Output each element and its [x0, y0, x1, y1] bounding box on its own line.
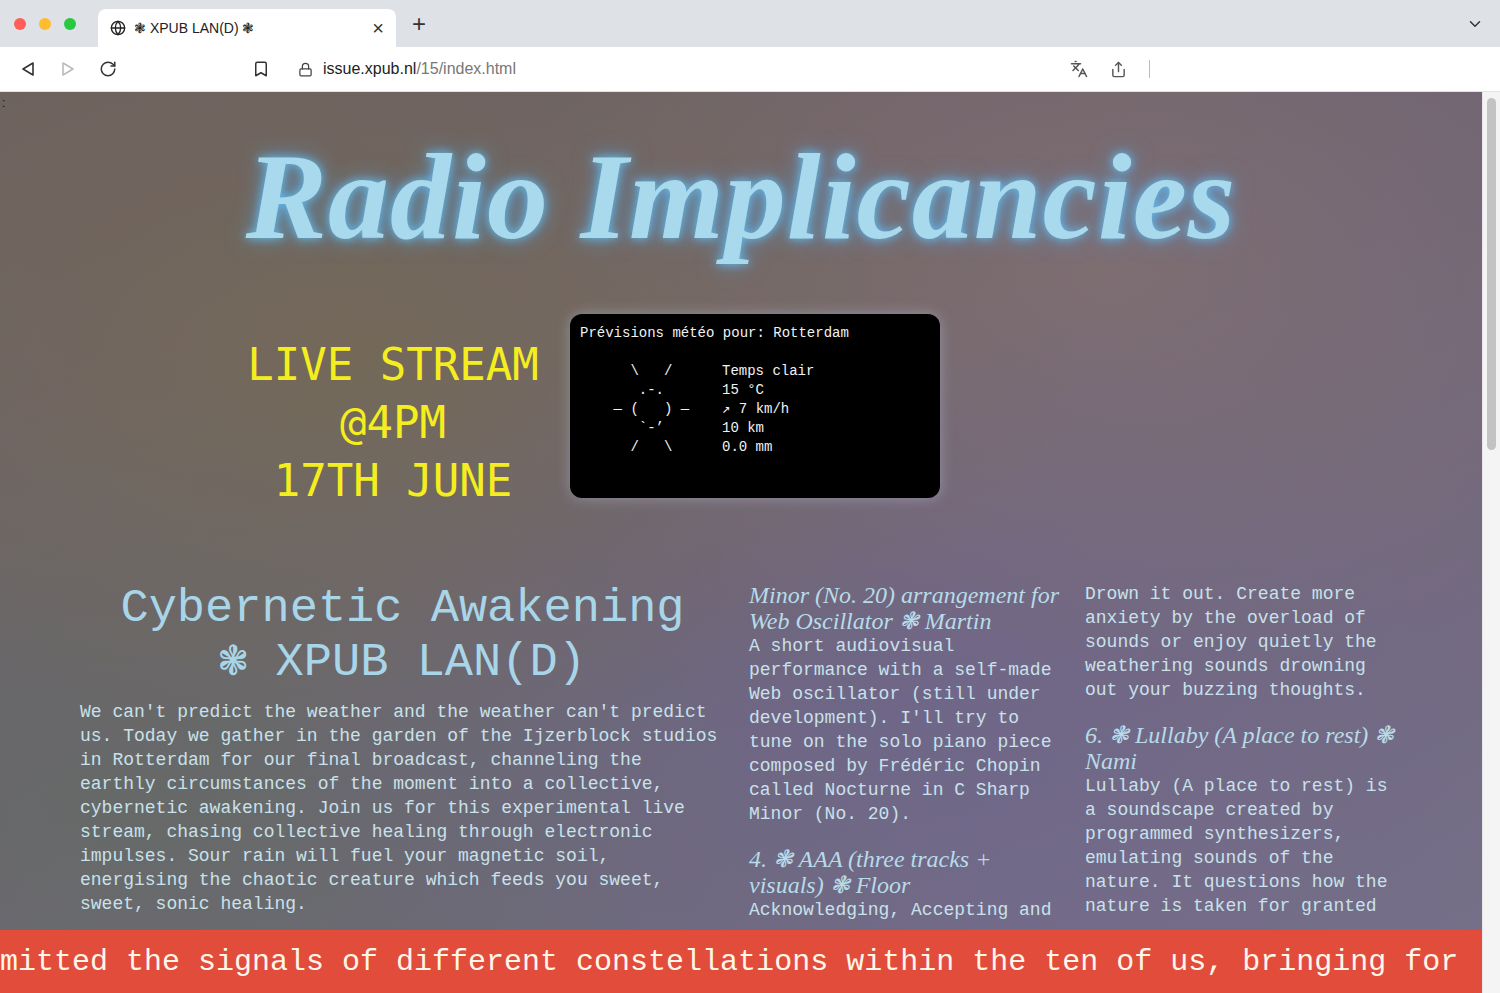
sun-ascii-art: \ / .-. ― ( ) ― `-’ / \ [580, 362, 722, 457]
globe-icon [110, 20, 126, 36]
page: :Radio Implicancies LIVE STREAM@4PM17TH J… [0, 92, 1482, 993]
program-text: Acknowledging, Accepting and [749, 898, 1061, 922]
scrollbar[interactable] [1482, 92, 1500, 993]
back-icon[interactable] [20, 61, 36, 77]
tab-title: ❃ XPUB LAN(D) ❃ [134, 20, 364, 36]
browser-tab[interactable]: ❃ XPUB LAN(D) ❃ × [98, 9, 396, 47]
bookmark-icon[interactable] [252, 60, 270, 78]
tab-bar: ❃ XPUB LAN(D) ❃ × + [0, 0, 1500, 47]
program-heading: Minor (No. 20) arrangement for Web Oscil… [749, 582, 1061, 634]
weather-header: Prévisions météo pour: Rotterdam [580, 324, 930, 343]
new-tab-button[interactable]: + [412, 12, 426, 36]
minimize-window-button[interactable] [39, 18, 51, 30]
corner-mark: : [2, 96, 5, 110]
tab-close-button[interactable]: × [372, 18, 384, 38]
program-text: Lullaby (A place to rest) is a soundscap… [1085, 774, 1403, 918]
address-field[interactable]: issue.xpub.nl/15/index.html [280, 52, 1162, 86]
weather-readings: Temps clair15 °C↗ 7 km/h10 km0.0 mm [722, 362, 814, 457]
site-title: Radio Implicancies [0, 92, 1482, 272]
back-button[interactable] [18, 61, 38, 77]
intro-text: We can't predict the weather and the wea… [80, 700, 725, 916]
toolbar: issue.xpub.nl/15/index.html [0, 47, 1500, 92]
program-text: Drown it out. Create more anxiety by the… [1085, 582, 1403, 702]
browser-window: ❃ XPUB LAN(D) ❃ × + issue.xpub.nl/15/index.… [0, 0, 1500, 993]
forward-icon[interactable] [60, 61, 76, 77]
chevron-down-icon [1466, 15, 1484, 33]
tab-list-button[interactable] [1466, 15, 1484, 33]
program-text: A short audiovisual performance with a s… [749, 634, 1061, 826]
intro-column: Cybernetic Awakening❃ XPUB LAN(D)We can'… [80, 582, 725, 922]
forward-button[interactable] [58, 61, 78, 77]
marquee-banner: mitted the signals of different constell… [0, 930, 1482, 993]
lock-icon [298, 62, 313, 77]
program-heading: 4. ❃ AAA (three tracks + visuals) ❃ Floo… [749, 846, 1061, 898]
viewport: :Radio Implicancies LIVE STREAM@4PM17TH J… [0, 92, 1500, 993]
reload-icon [99, 60, 117, 78]
zoom-window-button[interactable] [64, 18, 76, 30]
close-window-button[interactable] [14, 18, 26, 30]
weather-widget: Prévisions météo pour: Rotterdam \ / .-.… [570, 314, 940, 498]
url[interactable]: issue.xpub.nl/15/index.html [323, 60, 516, 78]
scrollbar-thumb[interactable] [1487, 98, 1496, 450]
live-stream-notice: LIVE STREAM@4PM17TH JUNE [240, 336, 546, 510]
program-heading: 6. ❃ Lullaby (A place to rest) ❃ Nami [1085, 722, 1403, 774]
program-column: Drown it out. Create more anxiety by the… [1085, 582, 1403, 922]
window-controls [14, 18, 76, 30]
share-icon[interactable] [1110, 61, 1127, 78]
reload-button[interactable] [98, 60, 118, 78]
program-column: Minor (No. 20) arrangement for Web Oscil… [749, 582, 1061, 922]
intro-heading: Cybernetic Awakening❃ XPUB LAN(D) [80, 582, 725, 690]
translate-icon[interactable] [1070, 60, 1088, 78]
